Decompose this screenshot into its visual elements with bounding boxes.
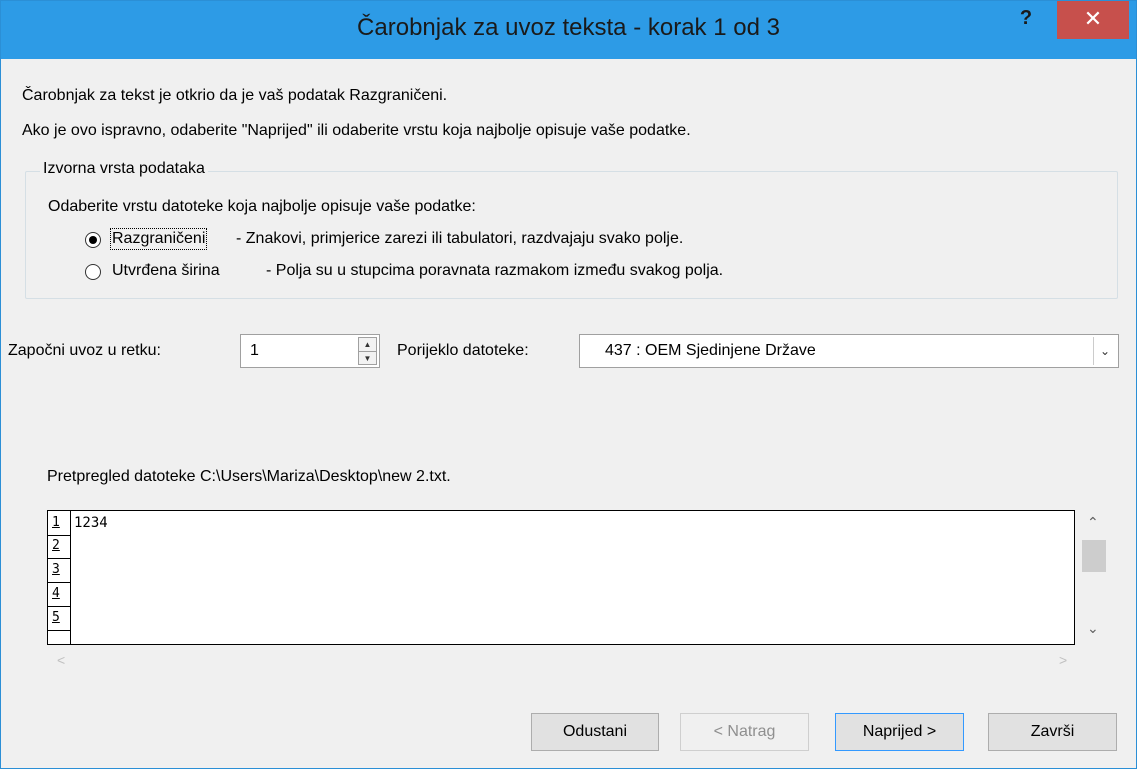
start-row-value[interactable]: 1 — [250, 342, 259, 360]
row-divider — [48, 606, 70, 607]
close-button[interactable]: ✕ — [1057, 1, 1129, 39]
next-button[interactable]: Naprijed > — [835, 713, 964, 751]
radio-selected-dot — [89, 236, 97, 244]
row-divider — [48, 582, 70, 583]
intro-detected-text: Čarobnjak za tekst je otkrio da je vaš p… — [22, 87, 448, 104]
start-row-stepper[interactable]: 1 ▲ ▼ — [240, 334, 380, 368]
delimited-radio-label[interactable]: Razgraničeni — [109, 228, 208, 250]
row-divider — [48, 558, 70, 559]
row-divider — [48, 630, 70, 631]
delimited-radio[interactable] — [85, 232, 101, 248]
chevron-down-icon[interactable]: ⌄ — [1093, 337, 1116, 365]
row-number: 1 — [52, 515, 60, 530]
cancel-button[interactable]: Odustani — [531, 713, 659, 751]
preview-line: 1234 — [74, 515, 108, 531]
scroll-up-icon[interactable]: ⌃ — [1087, 514, 1099, 531]
row-number-gutter: 1 2 3 4 5 — [48, 511, 71, 644]
file-origin-label: Porijeklo datoteke: — [397, 342, 529, 359]
start-row-label: Započni uvoz u retku: — [8, 342, 161, 359]
stepper-buttons[interactable]: ▲ ▼ — [358, 337, 377, 365]
file-preview-pane[interactable]: 1 2 3 4 5 1234 — [47, 510, 1075, 645]
file-origin-select[interactable]: 437 : OEM Sjedinjene Države ⌄ — [579, 334, 1119, 368]
row-number: 4 — [52, 586, 60, 601]
stepper-up-icon[interactable]: ▲ — [359, 338, 376, 352]
row-number: 2 — [52, 538, 60, 553]
scroll-left-icon[interactable]: < — [57, 652, 65, 668]
row-number: 5 — [52, 610, 60, 625]
delimited-description: - Znakovi, primjerice zarezi ili tabulat… — [236, 230, 684, 247]
group-title: Izvorna vrsta podataka — [40, 160, 208, 178]
preview-vertical-scrollbar[interactable]: ⌃ ⌄ — [1079, 510, 1109, 645]
help-button[interactable]: ? — [1006, 5, 1046, 33]
preview-title: Pretpregled datoteke C:\Users\Mariza\Des… — [47, 468, 451, 485]
fixed-width-radio[interactable] — [85, 264, 101, 280]
scroll-right-icon[interactable]: > — [1059, 652, 1067, 668]
title-bar[interactable]: Čarobnjak za uvoz teksta - korak 1 od 3 … — [1, 1, 1136, 59]
file-origin-value: 437 : OEM Sjedinjene Države — [605, 342, 816, 359]
fixed-width-description: - Polja su u stupcima poravnata razmakom… — [266, 262, 724, 279]
preview-horizontal-scrollbar[interactable]: < > — [47, 647, 1075, 677]
intro-instruction-text: Ako je ovo ispravno, odaberite "Naprijed… — [22, 122, 691, 139]
scroll-down-icon[interactable]: ⌄ — [1087, 620, 1099, 637]
fixed-width-radio-label[interactable]: Utvrđena širina — [112, 262, 220, 280]
scroll-thumb[interactable] — [1082, 540, 1106, 572]
file-type-prompt: Odaberite vrstu datoteke koja najbolje o… — [48, 198, 476, 215]
back-button[interactable]: < Natrag — [680, 713, 809, 751]
window-title: Čarobnjak za uvoz teksta - korak 1 od 3 — [357, 14, 780, 41]
finish-button[interactable]: Završi — [988, 713, 1117, 751]
row-number: 3 — [52, 562, 60, 577]
row-divider — [48, 535, 70, 536]
stepper-down-icon[interactable]: ▼ — [359, 352, 376, 365]
